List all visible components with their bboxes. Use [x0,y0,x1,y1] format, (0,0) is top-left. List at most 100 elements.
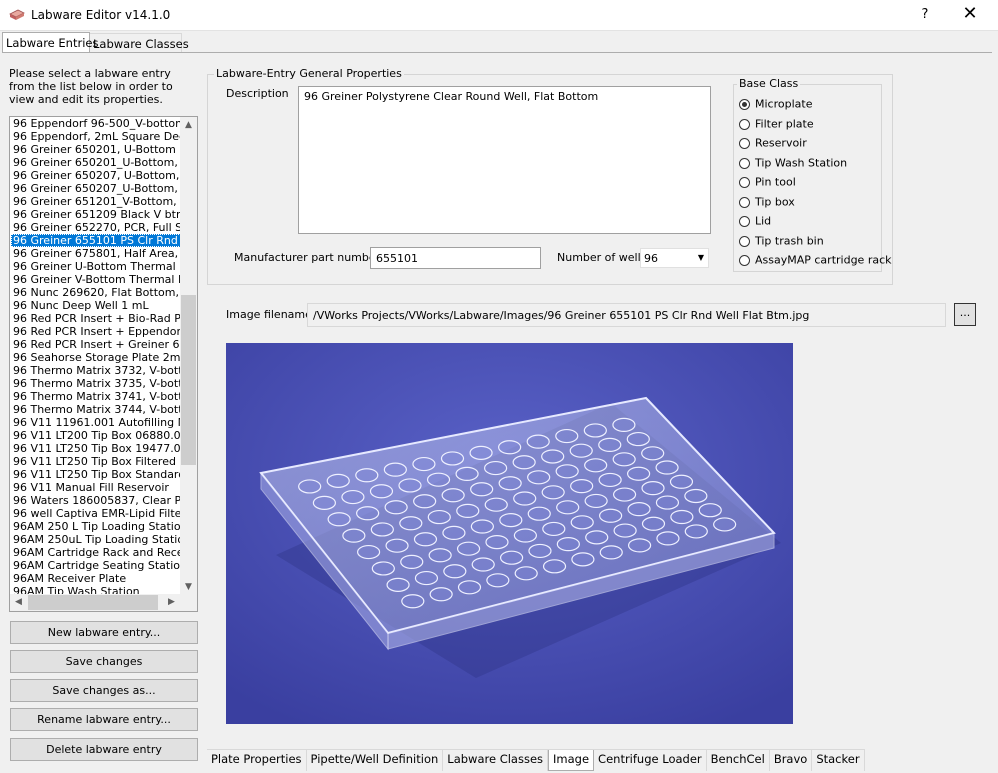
scroll-thumb[interactable] [181,295,196,465]
labware-list-item[interactable]: 96 Greiner 651209 Black V btm [11,208,183,221]
plate-well [527,470,551,485]
rename-labware-entry-button[interactable]: Rename labware entry... [10,708,198,731]
base-class-option-label: AssayMAP cartridge rack [755,253,892,267]
number-of-wells-label: Number of wells [557,251,647,264]
tab-labware-entries[interactable]: Labware Entries [2,32,98,53]
labware-list-item[interactable]: 96 V11 LT250 Tip Box 19477.002 [11,442,183,455]
labware-list-item[interactable]: 96 Greiner 650201_U-Bottom, Clear [11,156,183,169]
save-changes-button[interactable]: Save changes [10,650,198,673]
labware-list-item[interactable]: 96 Eppendorf 96-500_V-bottom, Clear [11,117,183,130]
manufacturer-part-number-field[interactable]: 655101 [370,247,541,269]
close-button[interactable]: ✕ [956,4,984,26]
labware-list-item[interactable]: 96 Greiner 650207_U-Bottom, White [11,182,183,195]
scroll-left-icon[interactable]: ◀ [10,594,27,611]
labware-list-item[interactable]: 96 Greiner 652270, PCR, Full Skirt, Clea… [11,221,183,234]
number-of-wells-select[interactable]: 96 ▼ [640,248,709,268]
help-button[interactable]: ? [912,4,938,26]
base-class-option[interactable]: Microplate [739,97,812,113]
labware-list-item[interactable]: 96 Eppendorf, 2mL Square Deep Well [11,130,183,143]
plate-well [499,513,523,528]
radio-unchecked-icon[interactable] [739,254,750,266]
vertical-scrollbar[interactable]: ▲ ▼ [180,117,197,596]
plate-well [670,509,694,525]
base-class-option[interactable]: Pin tool [739,175,796,191]
labware-list-item[interactable]: 96 well Captiva EMR-Lipid Filter Plate [11,507,183,520]
new-labware-entry-button[interactable]: New labware entry... [10,621,198,644]
labware-list-item[interactable]: 96 Red PCR Insert + Greiner 652270 [11,338,183,351]
horizontal-scrollbar[interactable]: ◀ ▶ [10,594,197,611]
labware-list-item[interactable]: 96 Thermo Matrix 3744, V-bottom, Clear [11,403,183,416]
save-changes-as-button[interactable]: Save changes as... [10,679,198,702]
labware-list-item[interactable]: 96AM 250uL Tip Loading Station [11,533,183,546]
bottom-tab[interactable]: Labware Classes [443,750,549,771]
labware-list[interactable]: 96 Eppendorf 96-500_V-bottom, Clear96 Ep… [9,116,198,612]
radio-unchecked-icon[interactable] [739,137,750,149]
radio-unchecked-icon[interactable] [739,157,750,169]
labware-list-item[interactable]: 96 V11 LT250 Tip Box Filtered [11,455,183,468]
labware-list-item[interactable]: 96 Thermo Matrix 3741, V-bottom, Clear [11,390,183,403]
labware-list-item[interactable]: 96 Red PCR Insert + Bio-Rad PCR, Full Sk… [11,312,183,325]
labware-list-item[interactable]: 96 Seahorse Storage Plate 2mL Square [11,351,183,364]
plate-well [441,488,465,503]
base-class-option[interactable]: Reservoir [739,136,807,152]
labware-list-item[interactable]: 96 Red PCR Insert + Eppendorf 30129512 [11,325,183,338]
labware-list-item[interactable]: 96AM Cartridge Rack and Receiver [11,546,183,559]
scroll-up-icon[interactable]: ▲ [180,117,197,134]
bottom-tab[interactable]: BenchCel [707,750,770,771]
base-class-option[interactable]: Filter plate [739,117,814,133]
labware-list-item[interactable]: 96 Greiner V-Bottom Thermal Insert [11,273,183,286]
labware-list-item[interactable]: 96 Thermo Matrix 3735, V-bottom, Clear [11,377,183,390]
radio-unchecked-icon[interactable] [739,196,750,208]
labware-list-item[interactable]: 96 V11 LT200 Tip Box 06880.002 [11,429,183,442]
labware-list-item[interactable]: 96 Greiner 650207, U-Bottom, White [11,169,183,182]
base-class-option[interactable]: AssayMAP cartridge rack [739,253,892,269]
labware-list-item[interactable]: 96AM Receiver Plate [11,572,183,585]
plate-well [298,479,322,494]
plate-well [556,500,580,515]
labware-list-item[interactable]: 96 Greiner 675801, Half Area, Flat Botto… [11,247,183,260]
tab-labware-classes[interactable]: Labware Classes [90,33,189,53]
image-filename-field[interactable]: /VWorks Projects/VWorks/Labware/Images/9… [307,303,946,327]
plate-well [598,437,622,452]
radio-unchecked-icon[interactable] [739,176,750,188]
radio-unchecked-icon[interactable] [739,235,750,247]
bottom-tab[interactable]: Pipette/Well Definition [307,750,444,771]
base-class-option[interactable]: Tip box [739,195,795,211]
scroll-thumb-horizontal[interactable] [28,595,158,610]
labware-list-item[interactable]: 96 V11 11961.001 Autofilling MicroWell [11,416,183,429]
labware-list-item[interactable]: 96 Greiner 650201, U-Bottom Standard [11,143,183,156]
labware-list-item[interactable]: 96 Nunc 269620, Flat Bottom, Polystyrene [11,286,183,299]
labware-list-item[interactable]: 96AM 250 L Tip Loading Station [11,520,183,533]
bottom-tab[interactable]: Centrifuge Loader [594,750,707,771]
radio-unchecked-icon[interactable] [739,215,750,227]
delete-labware-entry-button[interactable]: Delete labware entry [10,738,198,761]
bottom-tab[interactable]: Bravo [770,750,813,771]
scroll-right-icon[interactable]: ▶ [163,594,180,611]
labware-list-item[interactable]: 96 Waters 186005837, Clear PolyPropylene [11,494,183,507]
bottom-tab[interactable]: Stacker [812,750,865,771]
labware-list-item[interactable]: 96 Greiner U-Bottom Thermal Insert [11,260,183,273]
bottom-tab[interactable]: Plate Properties [207,750,307,771]
plate-well [541,449,565,464]
labware-list-item[interactable]: 96 Thermo Matrix 3732, V-bottom, Clear [11,364,183,377]
labware-list-item[interactable]: 96 Greiner 655101 PS Clr Rnd Well Flat B… [11,234,183,247]
labware-list-item[interactable]: 96 Nunc Deep Well 1 mL [11,299,183,312]
base-class-option-label: Filter plate [755,117,814,131]
base-class-option[interactable]: Tip Wash Station [739,156,847,172]
plate-well [612,452,636,467]
base-class-option[interactable]: Tip trash bin [739,234,824,250]
base-class-legend: Base Class [737,77,801,90]
base-class-option[interactable]: Lid [739,214,771,230]
manufacturer-part-number-label: Manufacturer part number [234,251,381,264]
bottom-tab[interactable]: Image [548,750,595,771]
description-field[interactable]: 96 Greiner Polystyrene Clear Round Well,… [298,86,711,234]
radio-unchecked-icon[interactable] [739,118,750,130]
plate-well [455,466,479,481]
labware-list-item[interactable]: 96 V11 LT250 Tip Box Standard [11,468,183,481]
labware-list-item[interactable]: 96 Greiner 651201_V-Bottom, Clear [11,195,183,208]
labware-list-item[interactable]: 96AM Cartridge Seating Station [11,559,183,572]
radio-checked-icon[interactable] [739,98,750,110]
plate-well [584,493,608,509]
labware-list-item[interactable]: 96 V11 Manual Fill Reservoir [11,481,183,494]
browse-button[interactable]: ... [954,303,976,326]
